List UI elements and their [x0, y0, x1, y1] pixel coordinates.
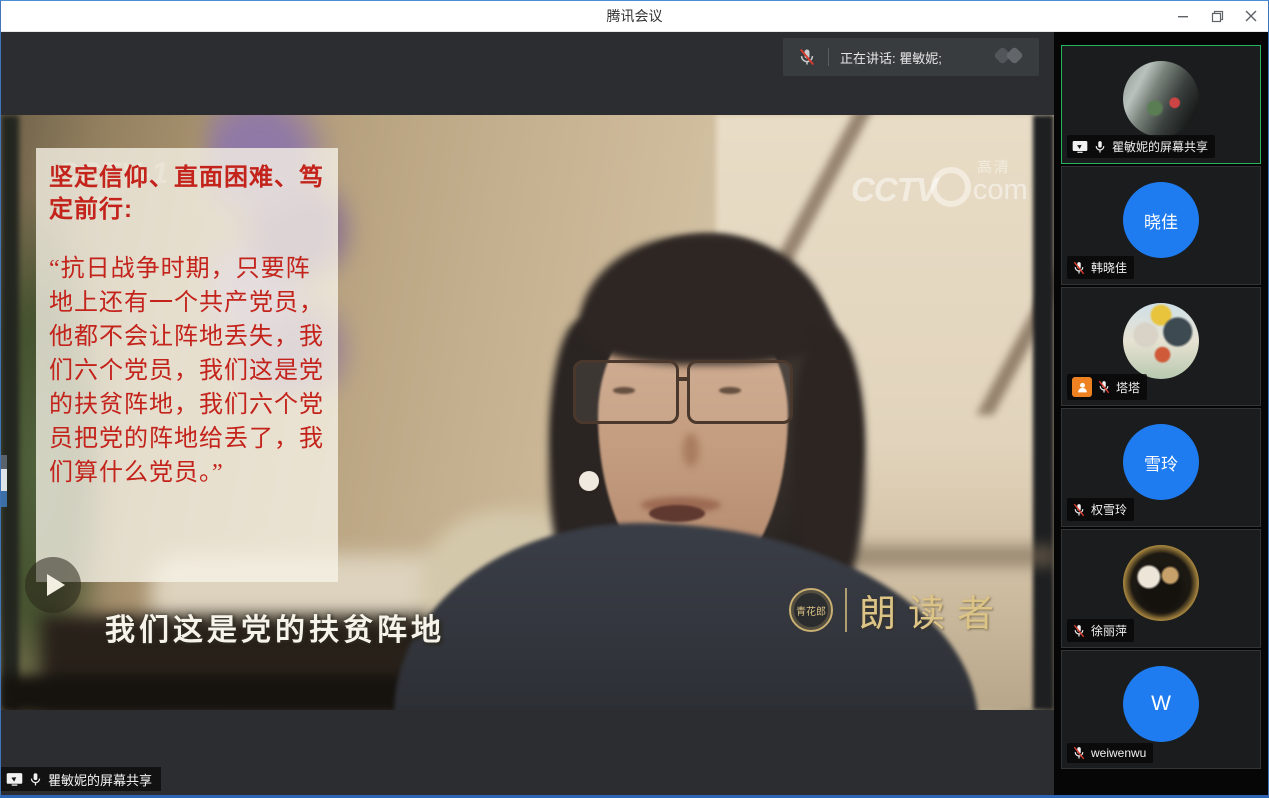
mic-muted-icon: [797, 47, 817, 67]
participants-list: 瞿敏妮的屏幕共享 晓佳: [1061, 45, 1261, 769]
mic-muted-icon: [1072, 261, 1086, 275]
participant-label: 徐丽萍: [1067, 619, 1134, 642]
participant-label: 塔塔: [1067, 374, 1147, 400]
active-speaker-bar: 正在讲话: 瞿敏妮;: [783, 38, 1039, 76]
video-subtitle: 我们这是党的扶贫阵地: [105, 605, 445, 649]
program-name: 朗读者: [859, 583, 1006, 637]
tencent-meeting-logo-icon: [993, 43, 1029, 72]
screen-share-icon: [1072, 140, 1088, 154]
speaker-glasses-right-lens: [687, 360, 793, 424]
mic-muted-icon: [1097, 380, 1111, 394]
cctv-globe-icon: [931, 167, 971, 207]
participant-avatar: W: [1123, 666, 1199, 742]
participant-label: 韩晓佳: [1067, 256, 1134, 279]
mic-on-icon: [1093, 140, 1107, 154]
participant-name: weiwenwu: [1091, 746, 1146, 760]
meeting-content: 正在讲话: 瞿敏妮;: [1, 32, 1268, 795]
mic-muted-icon: [1072, 746, 1086, 760]
participant-name: 徐丽萍: [1091, 622, 1127, 639]
speaker-nose-shadow: [683, 433, 699, 467]
sponsor-logo-icon: 青花郎: [789, 588, 833, 632]
participant-avatar: 雪玲: [1123, 424, 1199, 500]
shared-video-frame[interactable]: CCTV-1 综合 CCTV 高清 com 坚定信仰、直面困难、笃定前行: “抗…: [1, 115, 1054, 710]
participant-label: 权雪玲: [1067, 498, 1134, 521]
participant-avatar: [1123, 61, 1199, 137]
app-window: 腾讯会议: [0, 0, 1269, 798]
logo-divider: [845, 588, 847, 632]
scene-right-edge: [1033, 115, 1054, 710]
participant-tile[interactable]: 瞿敏妮的屏幕共享: [1061, 45, 1261, 164]
speaker-mouth: [649, 505, 705, 522]
participant-name: 瞿敏妮的屏幕共享: [1112, 138, 1208, 155]
participants-sidebar[interactable]: 瞿敏妮的屏幕共享 晓佳: [1054, 32, 1268, 795]
participant-tile[interactable]: 徐丽萍: [1061, 529, 1261, 648]
participant-tile[interactable]: 晓佳: [1061, 166, 1261, 285]
mic-on-icon: [28, 772, 43, 787]
quote-title: 坚定信仰、直面困难、笃定前行:: [49, 162, 325, 226]
left-edge-artifact: [1, 455, 7, 507]
screen-share-banner-label: 瞿敏妮的屏幕共享: [48, 770, 152, 789]
cctv-com-watermark: CCTV 高清 com: [851, 167, 1028, 213]
screen-share-banner: 瞿敏妮的屏幕共享: [1, 767, 161, 791]
host-badge-icon: [1072, 377, 1092, 397]
scene-left-edge: [1, 115, 19, 710]
mic-muted-icon: [1072, 503, 1086, 517]
speaking-status-text: 正在讲话: 瞿敏妮;: [840, 48, 942, 67]
lavalier-mic-dot: [579, 471, 599, 491]
participant-label: 瞿敏妮的屏幕共享: [1067, 135, 1215, 158]
speaker-glasses-left-lens: [573, 360, 679, 424]
play-button[interactable]: [25, 557, 81, 613]
participant-avatar: 晓佳: [1123, 182, 1199, 258]
window-title: 腾讯会议: [1, 6, 1268, 26]
participant-avatar: [1123, 545, 1199, 621]
screen-share-icon: [6, 772, 23, 787]
participant-tile[interactable]: W: [1061, 650, 1261, 769]
participant-tile[interactable]: 雪玲: [1061, 408, 1261, 527]
title-bar: 腾讯会议: [1, 1, 1268, 32]
speaker-glasses-bridge: [679, 377, 689, 381]
play-icon: [47, 574, 65, 596]
participant-name: 塔塔: [1116, 379, 1140, 396]
program-logo: 青花郎 朗读者: [789, 583, 1006, 637]
quote-overlay: 坚定信仰、直面困难、笃定前行: “抗日战争时期，只要阵地上还有一个共产党员，他都…: [36, 148, 338, 582]
quote-body: “抗日战争时期，只要阵地上还有一个共产党员，他都不会让阵地丢失，我们六个党员，我…: [49, 252, 325, 490]
pill-divider: [828, 48, 829, 66]
participant-name: 权雪玲: [1091, 501, 1127, 518]
shared-screen-stage[interactable]: 正在讲话: 瞿敏妮;: [1, 32, 1054, 795]
participant-label: weiwenwu: [1067, 743, 1153, 763]
participant-name: 韩晓佳: [1091, 259, 1127, 276]
participant-tile[interactable]: 塔塔: [1061, 287, 1261, 406]
participant-avatar: [1123, 303, 1199, 379]
mic-muted-icon: [1072, 624, 1086, 638]
